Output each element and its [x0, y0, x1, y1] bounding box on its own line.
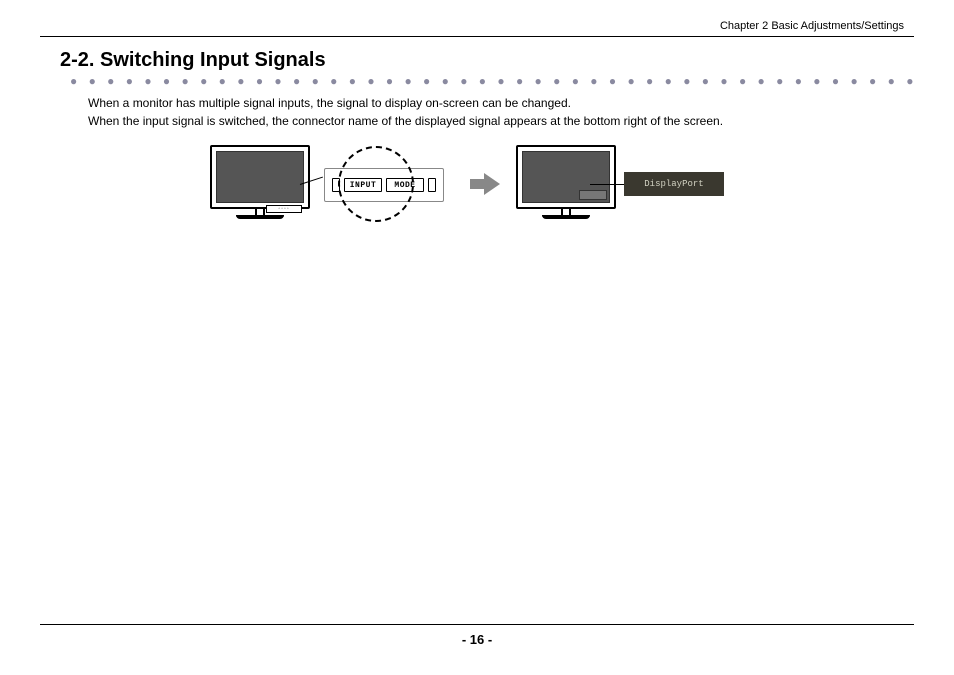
top-divider [40, 36, 914, 37]
mode-button: MODE [386, 178, 424, 192]
connector-name-label: DisplayPort [624, 172, 724, 196]
section-title: 2-2. Switching Input Signals [60, 49, 914, 72]
paragraph-2: When the input signal is switched, the c… [88, 112, 914, 130]
chapter-header: Chapter 2 Basic Adjustments/Settings [40, 20, 914, 32]
button-strip-icon: ▫▫▫▫ [266, 205, 302, 213]
dotted-divider: ● ● ● ● ● ● ● ● ● ● ● ● ● ● ● ● ● ● ● ● … [70, 74, 914, 88]
control-panel-zoom: INPUT MODE [314, 144, 454, 224]
input-button: INPUT [344, 178, 382, 192]
osd-indicator-icon [579, 190, 607, 200]
panel-button-small [428, 178, 436, 192]
bottom-divider [40, 624, 914, 625]
connector-name-text: DisplayPort [644, 179, 703, 189]
illustration: ▫▫▫▫ INPUT MODE DisplayPort [210, 144, 914, 224]
arrow-right-icon [470, 173, 500, 195]
paragraph-1: When a monitor has multiple signal input… [88, 94, 914, 112]
panel-button-small [332, 178, 340, 192]
monitor-before: ▫▫▫▫ [210, 145, 310, 223]
page-number: - 16 - [0, 632, 954, 647]
